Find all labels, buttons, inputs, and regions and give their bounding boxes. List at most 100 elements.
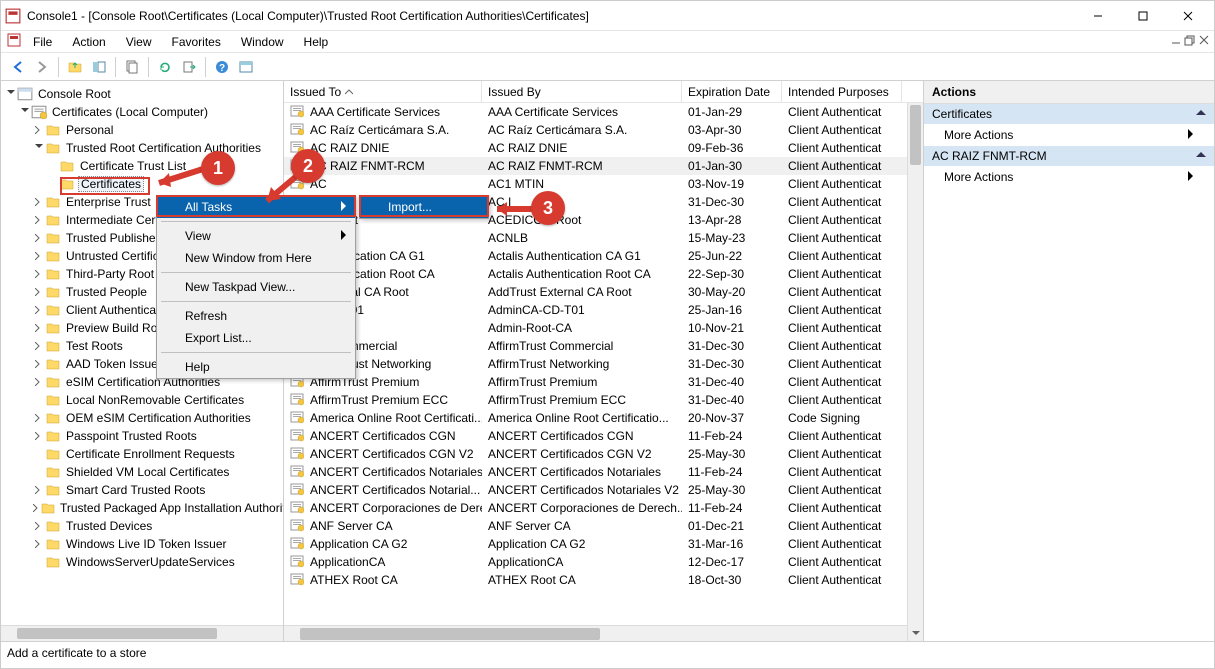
export-button[interactable] bbox=[178, 56, 200, 78]
tree-node[interactable]: Trusted Root Certification Authorities bbox=[1, 139, 283, 157]
tree-node[interactable]: Trusted Packaged App Installation Author… bbox=[1, 499, 283, 517]
table-row[interactable]: ANCERT Certificados NotarialesANCERT Cer… bbox=[284, 463, 923, 481]
ctx-view[interactable]: View bbox=[157, 225, 355, 247]
table-row[interactable]: AffirmTrust PremiumAffirmTrust Premium31… bbox=[284, 373, 923, 391]
tree-horizontal-scrollbar[interactable] bbox=[1, 625, 283, 641]
title-bar: Console1 - [Console Root\Certificates (L… bbox=[1, 1, 1214, 31]
tree-node[interactable]: WindowsServerUpdateServices bbox=[1, 553, 283, 571]
menu-action[interactable]: Action bbox=[62, 33, 115, 51]
tree-node[interactable]: Trusted Devices bbox=[1, 517, 283, 535]
maximize-button[interactable] bbox=[1120, 2, 1165, 30]
list-header: Issued To Issued By Expiration Date Inte… bbox=[284, 81, 923, 103]
copy-button[interactable] bbox=[121, 56, 143, 78]
callout-2: 2 bbox=[291, 149, 325, 183]
table-row[interactable]: A-CD-T01AdminCA-CD-T0125-Jan-16Client Au… bbox=[284, 301, 923, 319]
ctx-export-list[interactable]: Export List... bbox=[157, 327, 355, 349]
tree-node[interactable]: OEM eSIM Certification Authorities bbox=[1, 409, 283, 427]
list-pane[interactable]: Issued To Issued By Expiration Date Inte… bbox=[284, 81, 924, 641]
certificate-icon bbox=[290, 536, 306, 552]
tree-node[interactable]: Certificate Trust List bbox=[1, 157, 283, 175]
table-row[interactable]: America Online Root Certificati...Americ… bbox=[284, 409, 923, 427]
tree-node[interactable]: Local NonRemovable Certificates bbox=[1, 391, 283, 409]
menu-bar: File Action View Favorites Window Help bbox=[1, 31, 1214, 53]
table-row[interactable]: AffirmTrust Premium ECCAffirmTrust Premi… bbox=[284, 391, 923, 409]
scroll-thumb[interactable] bbox=[910, 105, 921, 165]
table-row[interactable]: Application CA G2Application CA G231-Mar… bbox=[284, 535, 923, 553]
menu-help[interactable]: Help bbox=[294, 33, 339, 51]
submenu-arrow-icon bbox=[341, 229, 347, 243]
column-purposes[interactable]: Intended Purposes bbox=[782, 81, 902, 102]
forward-button[interactable] bbox=[31, 56, 53, 78]
table-row[interactable]: ApplicationCAApplicationCA12-Dec-17Clien… bbox=[284, 553, 923, 571]
menu-view[interactable]: View bbox=[116, 33, 162, 51]
table-row[interactable]: Root-CAAdmin-Root-CA10-Nov-21Client Auth… bbox=[284, 319, 923, 337]
help-button[interactable]: ? bbox=[211, 56, 233, 78]
tree-node[interactable]: Certificate Enrollment Requests bbox=[1, 445, 283, 463]
table-row[interactable]: Authentication CA G1Actalis Authenticati… bbox=[284, 247, 923, 265]
ctx-refresh[interactable]: Refresh bbox=[157, 305, 355, 327]
column-issued-by[interactable]: Issued By bbox=[482, 81, 682, 102]
toolbar: ? bbox=[1, 53, 1214, 81]
ctx-import[interactable]: Import... bbox=[360, 196, 488, 218]
mdi-close-icon[interactable] bbox=[1198, 34, 1210, 49]
back-button[interactable] bbox=[7, 56, 29, 78]
mdi-restore-icon[interactable] bbox=[1184, 34, 1196, 49]
tree-node[interactable]: Personal bbox=[1, 121, 283, 139]
context-submenu: Import... bbox=[359, 195, 489, 219]
scroll-down-button[interactable] bbox=[908, 625, 923, 641]
window-button[interactable] bbox=[235, 56, 257, 78]
table-row[interactable]: t External CA RootAddTrust External CA R… bbox=[284, 283, 923, 301]
table-row[interactable]: ANCERT Certificados CGN V2ANCERT Certifi… bbox=[284, 445, 923, 463]
folder-icon bbox=[45, 338, 61, 354]
window-title: Console1 - [Console Root\Certificates (L… bbox=[27, 9, 1075, 23]
list-horizontal-scrollbar[interactable] bbox=[284, 625, 907, 641]
minimize-button[interactable] bbox=[1075, 2, 1120, 30]
mdi-minimize-icon[interactable] bbox=[1170, 34, 1182, 49]
table-row[interactable]: AC Raíz Certicámara S.A.AC Raíz Certicám… bbox=[284, 121, 923, 139]
table-row[interactable]: ACNLB15-May-23Client Authenticat bbox=[284, 229, 923, 247]
table-row[interactable]: AffirmTrust NetworkingAffirmTrust Networ… bbox=[284, 355, 923, 373]
table-row[interactable]: ATHEX Root CAATHEX Root CA18-Oct-30Clien… bbox=[284, 571, 923, 589]
table-row[interactable]: ANCERT Corporaciones de Dere...ANCERT Co… bbox=[284, 499, 923, 517]
refresh-button[interactable] bbox=[154, 56, 176, 78]
close-button[interactable] bbox=[1165, 2, 1210, 30]
certificate-icon bbox=[290, 572, 306, 588]
menu-file[interactable]: File bbox=[23, 33, 62, 51]
table-row[interactable]: ANCERT Certificados CGNANCERT Certificad… bbox=[284, 427, 923, 445]
actions-section-selected-cert[interactable]: AC RAIZ FNMT-RCM bbox=[924, 146, 1214, 166]
vertical-scrollbar[interactable] bbox=[907, 103, 923, 641]
menu-favorites[interactable]: Favorites bbox=[162, 33, 231, 51]
actions-section-certificates[interactable]: Certificates bbox=[924, 104, 1214, 124]
column-issued-to[interactable]: Issued To bbox=[284, 81, 482, 102]
table-row[interactable]: ACAC1 MTIN03-Nov-19Client Authenticat bbox=[284, 175, 923, 193]
table-row[interactable]: AAA Certificate ServicesAAA Certificate … bbox=[284, 103, 923, 121]
menu-window[interactable]: Window bbox=[231, 33, 294, 51]
tree-node[interactable]: Windows Live ID Token Issuer bbox=[1, 535, 283, 553]
table-row[interactable]: ANCERT Certificados Notarial...ANCERT Ce… bbox=[284, 481, 923, 499]
folder-icon bbox=[45, 374, 61, 390]
table-row[interactable]: AC RAIZ FNMT-RCMAC RAIZ FNMT-RCM01-Jan-3… bbox=[284, 157, 923, 175]
ctx-new-taskpad[interactable]: New Taskpad View... bbox=[157, 276, 355, 298]
tree-certificates-local[interactable]: Certificates (Local Computer) bbox=[1, 103, 283, 121]
folder-icon bbox=[59, 176, 75, 192]
tree-node[interactable]: Shielded VM Local Certificates bbox=[1, 463, 283, 481]
column-expiration[interactable]: Expiration Date bbox=[682, 81, 782, 102]
table-row[interactable]: ANF Server CAANF Server CA01-Dec-21Clien… bbox=[284, 517, 923, 535]
actions-more-2[interactable]: More Actions bbox=[924, 166, 1214, 188]
actions-pane: Actions Certificates More Actions AC RAI… bbox=[924, 81, 1214, 641]
show-hide-tree-button[interactable] bbox=[88, 56, 110, 78]
tree-console-root[interactable]: Console Root bbox=[1, 85, 283, 103]
tree-node[interactable]: Certificates bbox=[1, 175, 283, 193]
actions-more-1[interactable]: More Actions bbox=[924, 124, 1214, 146]
ctx-new-window[interactable]: New Window from Here bbox=[157, 247, 355, 269]
table-row[interactable]: rust CommercialAffirmTrust Commercial31-… bbox=[284, 337, 923, 355]
tree-node[interactable]: Passpoint Trusted Roots bbox=[1, 427, 283, 445]
collapse-icon bbox=[1196, 107, 1206, 121]
ctx-all-tasks[interactable]: All Tasks bbox=[157, 196, 355, 218]
table-row[interactable]: Authentication Root CAActalis Authentica… bbox=[284, 265, 923, 283]
tree-node[interactable]: Smart Card Trusted Roots bbox=[1, 481, 283, 499]
up-button[interactable] bbox=[64, 56, 86, 78]
folder-icon bbox=[45, 320, 61, 336]
table-row[interactable]: AC RAIZ DNIEAC RAIZ DNIE09-Feb-36Client … bbox=[284, 139, 923, 157]
ctx-help[interactable]: Help bbox=[157, 356, 355, 378]
